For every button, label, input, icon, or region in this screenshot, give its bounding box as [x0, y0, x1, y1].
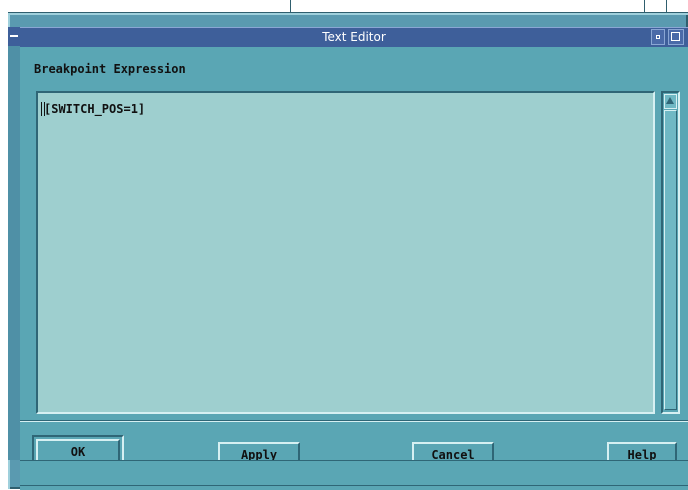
dialog-client-area: Breakpoint Expression [SWITCH_POS=1] OK …	[20, 47, 688, 469]
scroll-up-arrow-icon[interactable]	[664, 94, 677, 109]
button-separator	[20, 420, 688, 422]
top-strip-divider	[290, 0, 291, 12]
title-bar[interactable]: Text Editor	[20, 27, 688, 48]
window-bottom-border[interactable]	[20, 460, 688, 490]
maximize-icon[interactable]	[668, 29, 684, 45]
window-title: Text Editor	[322, 30, 386, 44]
scroll-thumb[interactable]	[664, 110, 677, 410]
top-strip	[8, 0, 688, 13]
vertical-scrollbar[interactable]	[661, 91, 680, 414]
expression-text[interactable]: [SWITCH_POS=1]	[44, 102, 145, 116]
editor-heading: Breakpoint Expression	[34, 62, 186, 76]
expression-text-area[interactable]: [SWITCH_POS=1]	[36, 91, 655, 414]
top-strip-divider	[644, 0, 645, 12]
minimize-icon[interactable]	[651, 29, 665, 45]
top-strip-divider	[666, 0, 667, 12]
